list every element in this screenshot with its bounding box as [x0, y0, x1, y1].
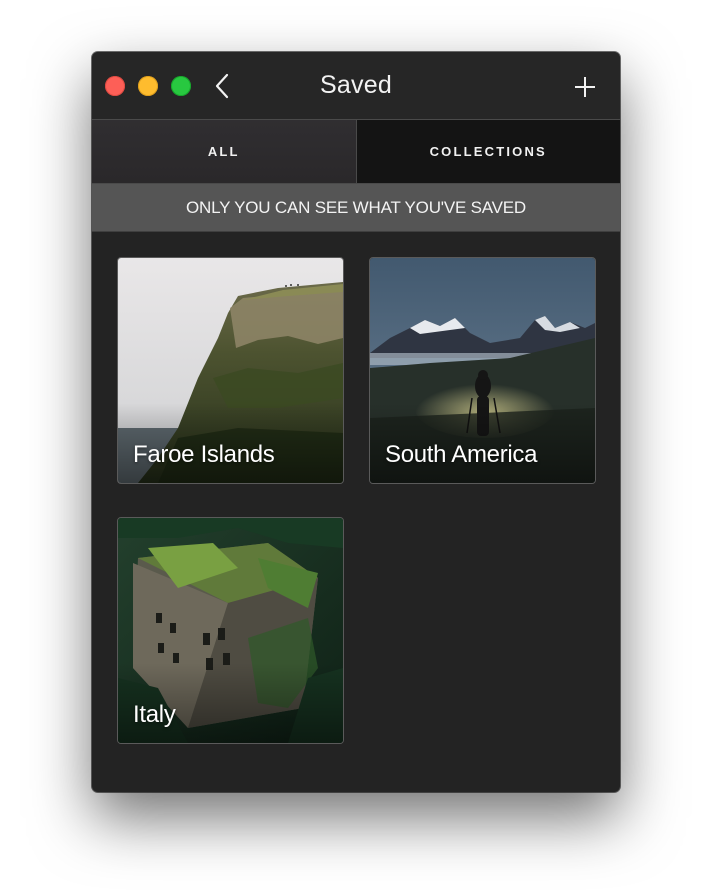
collection-name: Italy: [133, 701, 176, 728]
tab-bar: ALL COLLECTIONS: [92, 120, 620, 184]
collection-name: South America: [385, 441, 538, 468]
saved-window: Saved ALL COLLECTIONS ONLY YOU CAN SEE W…: [92, 52, 620, 792]
window-title: Saved: [320, 71, 392, 99]
tab-all[interactable]: ALL: [92, 120, 357, 183]
collection-card-faroe-islands[interactable]: Faroe Islands: [117, 257, 344, 484]
collection-card-south-america[interactable]: South America: [369, 257, 596, 484]
tab-collections[interactable]: COLLECTIONS: [356, 120, 620, 183]
plus-icon: [575, 77, 595, 97]
title-bar: Saved: [92, 52, 620, 120]
add-collection-button[interactable]: [572, 74, 598, 100]
collection-name: Faroe Islands: [133, 441, 275, 468]
privacy-notice: ONLY YOU CAN SEE WHAT YOU'VE SAVED: [92, 184, 620, 232]
collection-card-italy[interactable]: Italy: [117, 517, 344, 744]
